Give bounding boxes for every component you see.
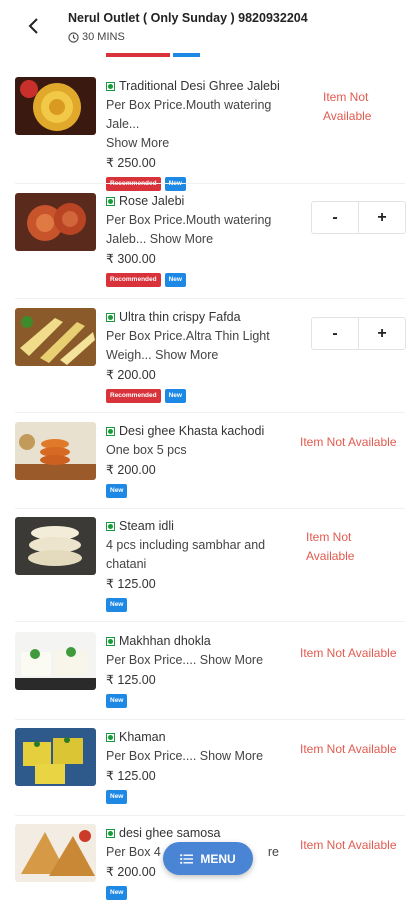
show-more-link[interactable]: Show More	[200, 749, 263, 763]
item-price: ₹ 125.00	[106, 769, 156, 783]
menu-button[interactable]: MENU	[163, 842, 253, 875]
new-badge: New	[164, 177, 186, 191]
clock-icon	[68, 31, 79, 43]
item-name: Desi ghee Khasta kachodi	[119, 424, 265, 438]
item-not-available: Item Not Available	[300, 646, 397, 660]
item-description: 4 pcs including sambhar and chatani	[106, 538, 266, 571]
recommended-badge: Recommended	[106, 273, 161, 287]
menu-item-dhokla: Makhhan dhokla Per Box Price.... Show Mo…	[0, 632, 415, 722]
menu-item-fafda: Ultra thin crispy Fafda Per Box Price.Al…	[0, 306, 415, 416]
veg-icon	[106, 197, 115, 206]
item-description: Per Box Price.Altra Thin Light Weigh... S…	[106, 329, 270, 362]
item-name: desi ghee samosa	[119, 826, 221, 840]
item-price: ₹ 125.00	[106, 673, 156, 687]
menu-button-label: MENU	[200, 851, 236, 866]
veg-icon	[106, 427, 115, 436]
decrease-quantity-button[interactable]: -	[312, 318, 358, 349]
new-badge: New	[164, 389, 186, 403]
new-badge: New	[106, 790, 128, 804]
menu-item-idli: Steam idli 4 pcs including sambhar and ch…	[0, 517, 415, 622]
menu-item-kachodi: Desi ghee Khasta kachodi One box 5 pcs ₹…	[0, 422, 415, 512]
menu-item-rose-jalebi: Rose Jalebi Per Box Price.Mouth watering…	[0, 190, 415, 300]
show-more-link[interactable]: Show More	[106, 136, 169, 150]
item-image	[15, 824, 96, 882]
item-not-available: Item Not Available	[306, 530, 355, 563]
new-badge: New	[164, 273, 186, 287]
item-name: Traditional Desi Ghree Jalebi	[119, 79, 280, 93]
quantity-stepper: - +	[311, 201, 406, 234]
item-name: Ultra thin crispy Fafda	[119, 310, 241, 324]
header: Nerul Outlet ( Only Sunday ) 9820932204 …	[0, 0, 415, 52]
veg-icon	[106, 733, 115, 742]
veg-icon	[106, 829, 115, 838]
item-price: ₹ 125.00	[106, 577, 156, 591]
item-image	[15, 422, 96, 480]
show-more-link[interactable]: Show More	[155, 348, 218, 362]
item-not-available: Item Not Available	[300, 435, 397, 449]
new-badge: New	[106, 598, 128, 612]
item-image	[15, 728, 96, 786]
new-badge: New	[106, 484, 128, 498]
item-description: Per Box Price.Mouth watering Jaleb... Sho…	[106, 213, 272, 246]
item-not-available: Item Not Available	[323, 90, 372, 123]
delivery-time: 30 MINS	[68, 31, 125, 43]
item-image	[15, 517, 96, 575]
item-description: One box 5 pcs	[106, 443, 187, 457]
item-name: Steam idli	[119, 519, 174, 533]
veg-icon	[106, 522, 115, 531]
decrease-quantity-button[interactable]: -	[312, 202, 358, 233]
eta-label: 30 MINS	[82, 31, 125, 43]
item-name: Khaman	[119, 730, 166, 744]
new-badge: New	[106, 694, 128, 708]
increase-quantity-button[interactable]: +	[359, 318, 405, 349]
list-icon	[180, 853, 194, 864]
quantity-stepper: - +	[311, 317, 406, 350]
item-image	[15, 632, 96, 690]
veg-icon	[106, 313, 115, 322]
recommended-badge: Recommended	[106, 389, 161, 403]
veg-icon	[106, 637, 115, 646]
menu-item-jalebi: Traditional Desi Ghree Jalebi Per Box Pr…	[0, 72, 415, 191]
item-price: ₹ 200.00	[106, 463, 156, 477]
badge-tab-strip	[106, 53, 200, 57]
item-price: ₹ 200.00	[106, 368, 156, 382]
menu-item-khaman: Khaman Per Box Price.... Show More ₹ 125…	[0, 728, 415, 818]
item-description: Per Box Price.... Show More	[106, 653, 264, 667]
item-not-available: Item Not Available	[300, 838, 397, 852]
item-not-available: Item Not Available	[300, 742, 397, 756]
item-description: Per Box Price.Mouth watering Jale... Show…	[106, 98, 272, 150]
outlet-title: Nerul Outlet ( Only Sunday ) 9820932204	[68, 11, 308, 25]
show-more-link[interactable]: Show More	[200, 653, 263, 667]
item-price: ₹ 250.00	[106, 156, 156, 170]
back-arrow-icon[interactable]	[22, 14, 46, 38]
item-image	[15, 308, 96, 366]
item-description: Per Box Price.... Show More	[106, 749, 264, 763]
item-name: Makhhan dhokla	[119, 634, 211, 648]
veg-icon	[106, 82, 115, 91]
item-price: ₹ 300.00	[106, 252, 156, 266]
item-image	[15, 193, 96, 251]
item-image	[15, 77, 96, 135]
recommended-badge: Recommended	[106, 177, 161, 191]
show-more-link[interactable]: Show More	[150, 232, 213, 246]
increase-quantity-button[interactable]: +	[359, 202, 405, 233]
item-name: Rose Jalebi	[119, 194, 185, 208]
new-badge: New	[106, 886, 128, 900]
